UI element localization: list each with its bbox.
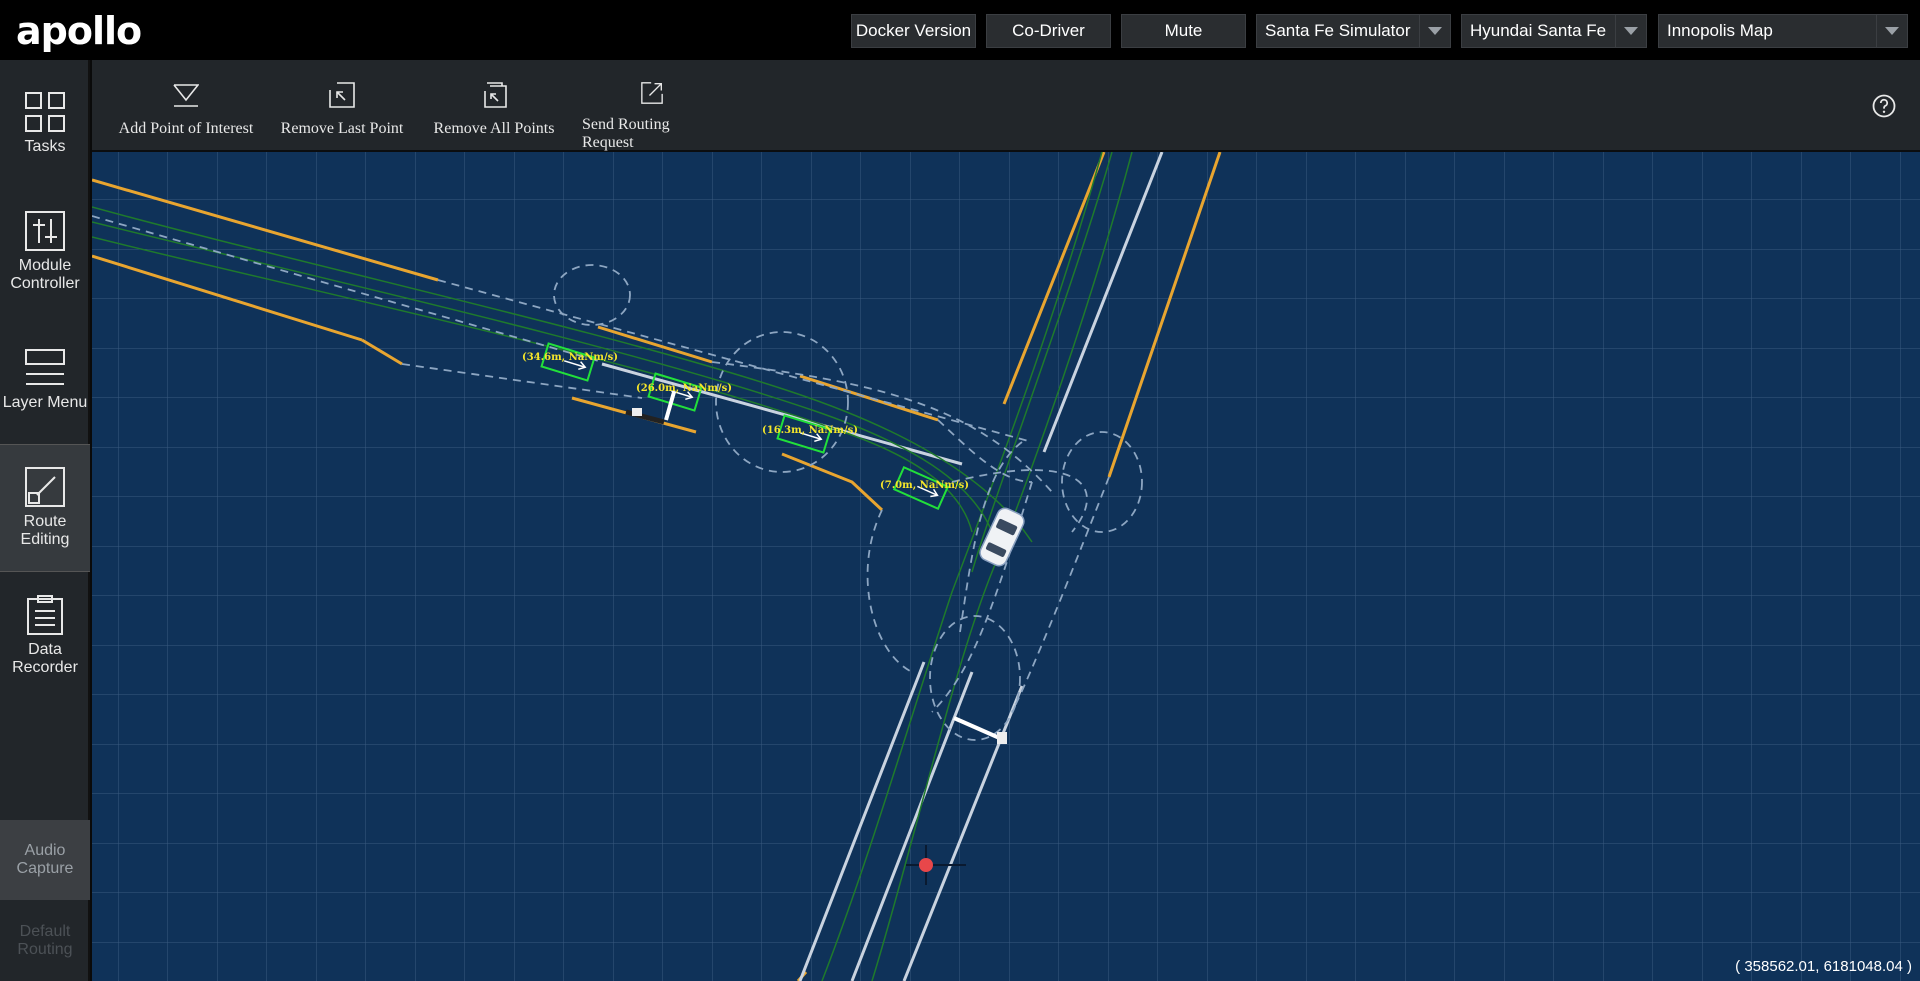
sidebar-item-label: Data Recorder <box>12 641 78 676</box>
sidebar-item-data-recorder[interactable]: Data Recorder <box>0 572 90 700</box>
remove-all-icon <box>484 82 507 108</box>
map-canvas[interactable]: (34.6m, NaNm/s) (26.0m, NaNm/s) (16.3m, … <box>92 152 1920 981</box>
sidebar-item-tasks[interactable]: Tasks <box>0 60 90 188</box>
obstacle-label: (26.0m, NaNm/s) <box>636 383 732 394</box>
add-point-of-interest-button[interactable]: Add Point of Interest <box>116 60 256 152</box>
remove-last-point-button[interactable]: Remove Last Point <box>278 60 406 152</box>
grid-icon <box>25 92 65 132</box>
sidebar-item-module-controller[interactable]: Module Controller <box>0 188 90 316</box>
sidebar-item-audio-capture[interactable]: Audio Capture <box>0 820 90 900</box>
sidebar-item-label: Layer Menu <box>2 394 88 411</box>
sidebar-item-label: Tasks <box>24 138 66 155</box>
map-select[interactable]: Innopolis Map <box>1658 14 1908 48</box>
route-edit-icon <box>25 467 65 507</box>
layers-icon <box>25 349 65 385</box>
mode-select-value: Santa Fe Simulator <box>1265 21 1411 40</box>
obstacle-label: (16.3m, NaNm/s) <box>762 425 858 436</box>
tool-label: Send Routing Request <box>582 116 670 151</box>
apollo-logo: apollo <box>16 9 142 53</box>
map-view[interactable]: (34.6m, NaNm/s) (26.0m, NaNm/s) (16.3m, … <box>92 152 1920 981</box>
tool-label: Remove All Points <box>433 120 555 137</box>
send-routing-icon <box>641 82 663 104</box>
sidebar-item-label: Module Controller <box>10 257 80 292</box>
vehicle-select-value: Hyundai Santa Fe <box>1470 21 1607 40</box>
docker-version-button[interactable]: Docker Version <box>851 14 976 48</box>
sidebar-item-default-routing[interactable]: Default Routing <box>0 900 90 981</box>
remove-all-points-button[interactable]: Remove All Points <box>430 60 558 152</box>
chevron-down-icon[interactable] <box>1419 15 1450 47</box>
route-toolbar: Add Point of Interest Remove Last Point … <box>92 60 1920 152</box>
map-select-value: Innopolis Map <box>1667 21 1773 40</box>
help-icon[interactable] <box>1872 94 1896 118</box>
tool-label: Remove Last Point <box>280 120 404 137</box>
send-routing-request-button[interactable]: Send Routing Request <box>582 60 722 152</box>
tool-label: Add Point of Interest <box>118 120 254 137</box>
sidebar-item-route-editing[interactable]: Route Editing <box>0 444 90 572</box>
obstacle-label: (34.6m, NaNm/s) <box>522 352 618 363</box>
sliders-icon <box>25 211 65 251</box>
cursor-coordinates: ( 358562.01, 6181048.04 ) <box>1735 958 1912 975</box>
add-poi-icon <box>173 84 199 107</box>
sidebar-item-layer-menu[interactable]: Layer Menu <box>0 316 90 444</box>
chevron-down-icon[interactable] <box>1615 15 1646 47</box>
co-driver-button[interactable]: Co-Driver <box>986 14 1111 48</box>
mute-button[interactable]: Mute <box>1121 14 1246 48</box>
chevron-down-icon[interactable] <box>1876 15 1907 47</box>
clipboard-icon <box>27 595 63 635</box>
mode-select[interactable]: Santa Fe Simulator <box>1256 14 1451 48</box>
top-header: apollo Docker Version Co-Driver Mute San… <box>0 0 1920 60</box>
sidebar-item-label: Route Editing <box>20 513 70 548</box>
vehicle-select[interactable]: Hyundai Santa Fe <box>1461 14 1647 48</box>
remove-last-icon <box>329 82 355 108</box>
left-sidebar: Tasks Module Controller Layer Menu Route… <box>0 60 90 981</box>
obstacle-label: (7.0m, NaNm/s) <box>880 480 969 491</box>
